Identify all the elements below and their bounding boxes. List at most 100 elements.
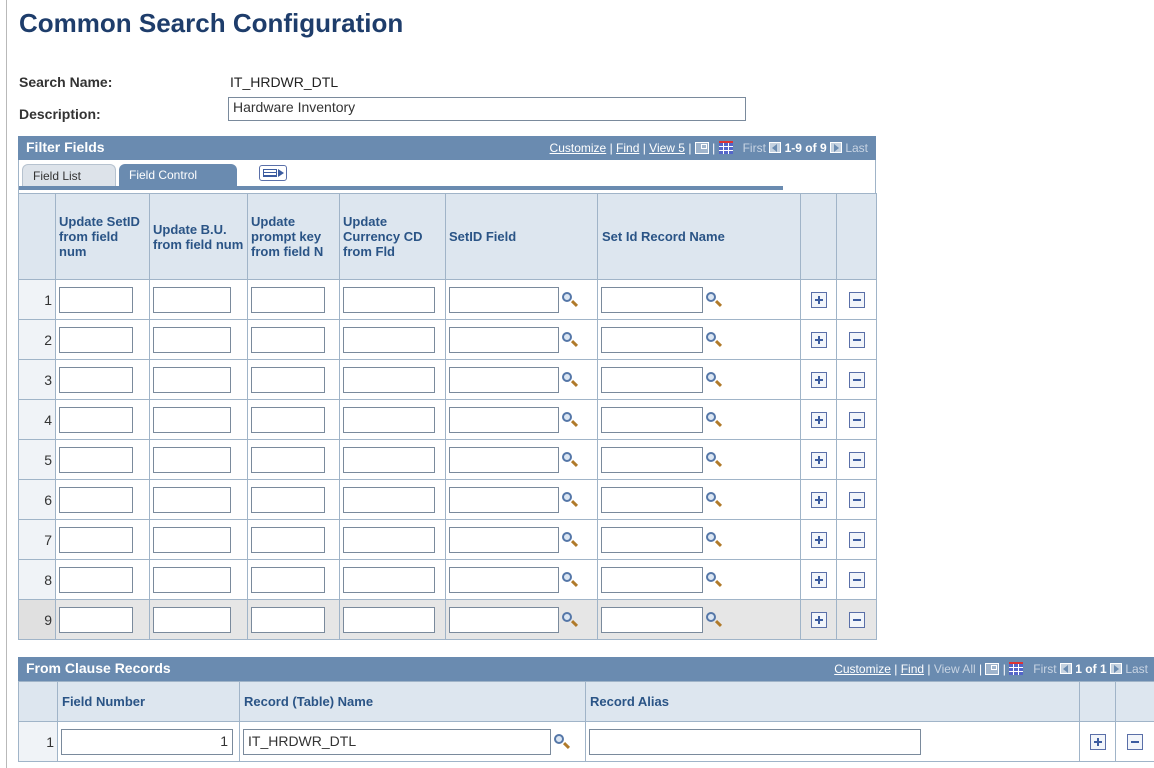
setid-field-input[interactable]: [449, 286, 559, 313]
lookup-icon[interactable]: [705, 611, 723, 629]
lookup-icon[interactable]: [705, 491, 723, 509]
lookup-icon[interactable]: [553, 733, 571, 751]
update-bu-field-input[interactable]: [153, 326, 231, 353]
update-currency-input[interactable]: [343, 526, 435, 553]
update-bu-field-input[interactable]: [153, 286, 231, 313]
lookup-icon[interactable]: [705, 451, 723, 469]
delete-row-icon[interactable]: [848, 292, 865, 309]
add-row-icon[interactable]: [810, 372, 827, 389]
update-bu-field-input[interactable]: [153, 486, 231, 513]
update-setid-field-input[interactable]: [59, 526, 133, 553]
field-number-input[interactable]: 1: [61, 728, 233, 755]
delete-row-icon[interactable]: [848, 452, 865, 469]
tab-field-list[interactable]: Field List: [22, 164, 116, 186]
update-prompt-key-input[interactable]: [251, 366, 325, 393]
update-currency-input[interactable]: [343, 446, 435, 473]
update-currency-input[interactable]: [343, 566, 435, 593]
update-bu-field-input[interactable]: [153, 366, 231, 393]
download-grid-icon[interactable]: [1009, 662, 1024, 675]
update-currency-input[interactable]: [343, 606, 435, 633]
setid-record-name-input[interactable]: [601, 566, 703, 593]
update-prompt-key-input[interactable]: [251, 486, 325, 513]
update-bu-field-input[interactable]: [153, 406, 231, 433]
customize-link[interactable]: Customize: [550, 141, 607, 155]
lookup-icon[interactable]: [561, 531, 579, 549]
update-prompt-key-input[interactable]: [251, 406, 325, 433]
find-link[interactable]: Find: [616, 141, 639, 155]
setid-field-input[interactable]: [449, 446, 559, 473]
add-row-icon[interactable]: [810, 412, 827, 429]
show-all-columns-icon[interactable]: [259, 165, 287, 181]
update-currency-input[interactable]: [343, 286, 435, 313]
setid-field-input[interactable]: [449, 606, 559, 633]
update-setid-field-input[interactable]: [59, 446, 133, 473]
tab-field-control[interactable]: Field Control: [119, 164, 237, 186]
setid-record-name-input[interactable]: [601, 446, 703, 473]
update-bu-field-input[interactable]: [153, 446, 231, 473]
update-setid-field-input[interactable]: [59, 486, 133, 513]
update-prompt-key-input[interactable]: [251, 286, 325, 313]
view-5-link[interactable]: View 5: [649, 141, 685, 155]
description-input[interactable]: Hardware Inventory: [228, 97, 746, 121]
update-currency-input[interactable]: [343, 326, 435, 353]
customize-link[interactable]: Customize: [834, 662, 891, 676]
delete-row-icon[interactable]: [848, 612, 865, 629]
lookup-icon[interactable]: [705, 571, 723, 589]
lookup-icon[interactable]: [561, 611, 579, 629]
setid-field-input[interactable]: [449, 566, 559, 593]
lookup-icon[interactable]: [561, 371, 579, 389]
add-row-icon[interactable]: [810, 612, 827, 629]
update-setid-field-input[interactable]: [59, 566, 133, 593]
add-row-icon[interactable]: [810, 572, 827, 589]
setid-record-name-input[interactable]: [601, 326, 703, 353]
delete-row-icon[interactable]: [848, 572, 865, 589]
lookup-icon[interactable]: [705, 331, 723, 349]
delete-row-icon[interactable]: [848, 532, 865, 549]
lookup-icon[interactable]: [705, 531, 723, 549]
delete-row-icon[interactable]: [848, 332, 865, 349]
update-prompt-key-input[interactable]: [251, 526, 325, 553]
add-row-icon[interactable]: [810, 532, 827, 549]
setid-field-input[interactable]: [449, 326, 559, 353]
record-alias-input[interactable]: [589, 728, 921, 755]
update-setid-field-input[interactable]: [59, 326, 133, 353]
setid-record-name-input[interactable]: [601, 406, 703, 433]
delete-row-icon[interactable]: [848, 372, 865, 389]
setid-record-name-input[interactable]: [601, 526, 703, 553]
lookup-icon[interactable]: [561, 451, 579, 469]
update-bu-field-input[interactable]: [153, 566, 231, 593]
update-prompt-key-input[interactable]: [251, 606, 325, 633]
download-grid-icon[interactable]: [718, 141, 733, 154]
delete-row-icon[interactable]: [848, 412, 865, 429]
lookup-icon[interactable]: [561, 571, 579, 589]
update-currency-input[interactable]: [343, 486, 435, 513]
setid-field-input[interactable]: [449, 486, 559, 513]
update-prompt-key-input[interactable]: [251, 446, 325, 473]
add-row-icon[interactable]: [810, 332, 827, 349]
lookup-icon[interactable]: [705, 291, 723, 309]
setid-record-name-input[interactable]: [601, 606, 703, 633]
setid-record-name-input[interactable]: [601, 366, 703, 393]
setid-record-name-input[interactable]: [601, 286, 703, 313]
delete-row-icon[interactable]: [848, 492, 865, 509]
lookup-icon[interactable]: [561, 331, 579, 349]
lookup-icon[interactable]: [561, 411, 579, 429]
lookup-icon[interactable]: [561, 491, 579, 509]
update-currency-input[interactable]: [343, 366, 435, 393]
update-bu-field-input[interactable]: [153, 526, 231, 553]
update-bu-field-input[interactable]: [153, 606, 231, 633]
update-setid-field-input[interactable]: [59, 406, 133, 433]
zoom-icon[interactable]: [694, 142, 709, 154]
add-row-icon[interactable]: [1089, 734, 1106, 751]
setid-record-name-input[interactable]: [601, 486, 703, 513]
setid-field-input[interactable]: [449, 366, 559, 393]
setid-field-input[interactable]: [449, 406, 559, 433]
lookup-icon[interactable]: [561, 291, 579, 309]
zoom-icon[interactable]: [985, 663, 1000, 675]
update-setid-field-input[interactable]: [59, 366, 133, 393]
update-setid-field-input[interactable]: [59, 286, 133, 313]
record-name-input[interactable]: IT_HRDWR_DTL: [243, 728, 551, 755]
delete-row-icon[interactable]: [1127, 734, 1143, 751]
update-currency-input[interactable]: [343, 406, 435, 433]
lookup-icon[interactable]: [705, 371, 723, 389]
